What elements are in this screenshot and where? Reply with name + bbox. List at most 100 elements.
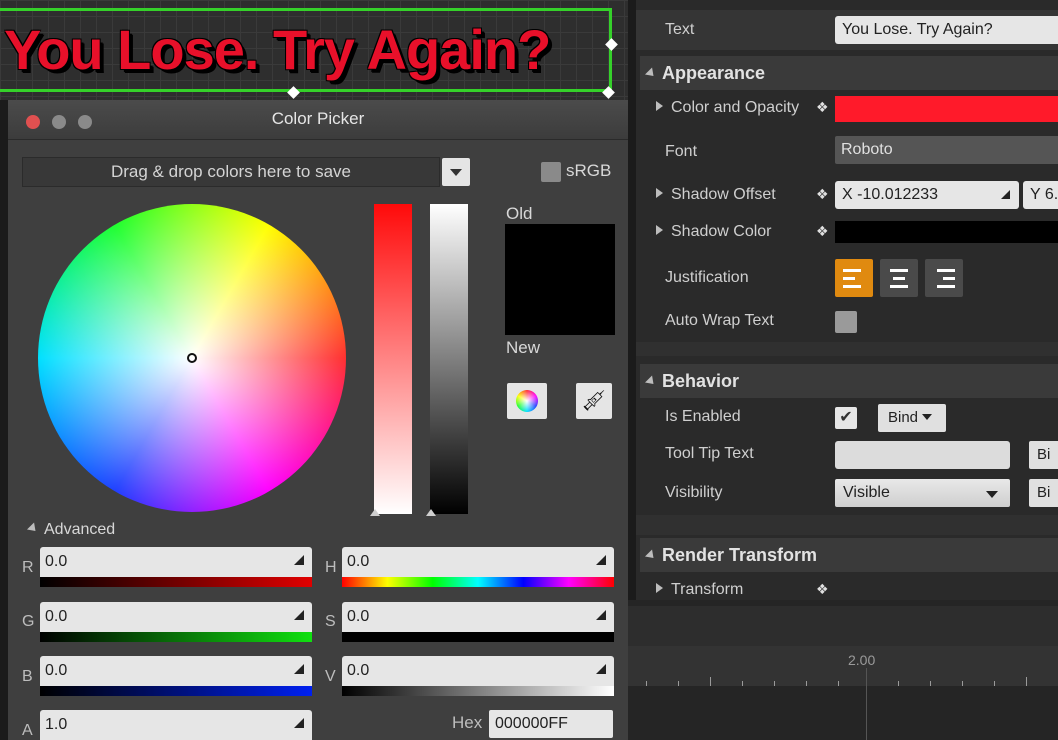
bind-label: Bind [888, 409, 919, 426]
value-channel-input[interactable]: 0.0 [342, 656, 614, 686]
hue-channel-label: H [325, 559, 337, 576]
is-enabled-label: Is Enabled [665, 408, 741, 425]
behavior-header-label: Behavior [662, 371, 740, 391]
section-spacer [636, 515, 1058, 535]
value-channel-label: V [325, 668, 336, 685]
hue-channel-bar[interactable] [342, 577, 614, 587]
shadow-color-swatch[interactable] [835, 221, 1058, 243]
transform-label[interactable]: Transform [656, 581, 743, 597]
green-channel-input[interactable]: 0.0 [40, 602, 312, 632]
ruler-tick [994, 681, 995, 686]
value-slider[interactable] [426, 204, 468, 516]
render-transform-header-label: Render Transform [662, 545, 818, 565]
ruler-tick [678, 681, 679, 686]
shadow-color-label[interactable]: Shadow Color [656, 223, 772, 241]
ruler-tick [710, 677, 711, 686]
justification-label: Justification [665, 269, 749, 286]
color-picker-title: Color Picker [271, 109, 365, 128]
visibility-dropdown[interactable]: Visible [835, 479, 1010, 507]
section-spacer [636, 342, 1058, 356]
selected-text-widget[interactable]: You Lose. Try Again? [0, 8, 612, 92]
auto-wrap-checkbox[interactable] [835, 311, 857, 333]
timeline-time-label: 2.00 [848, 652, 876, 668]
alpha-channel-input[interactable]: 1.0 [40, 710, 312, 740]
color-wheel-icon [516, 390, 538, 412]
appearance-category-header[interactable]: Appearance [640, 56, 1058, 90]
spin-arrow-icon [294, 664, 304, 674]
eyedropper-icon: 💉︎ [580, 388, 608, 413]
font-property-field[interactable]: Roboto [835, 136, 1058, 164]
shadow-offset-x-input[interactable]: X -10.012233 [835, 181, 1019, 209]
reset-to-default-icon[interactable]: ❖ [816, 186, 829, 203]
ruler-tick [646, 681, 647, 686]
collapse-arrow-icon [644, 549, 658, 562]
shadow-offset-y-input[interactable]: Y 6. [1023, 181, 1058, 209]
justify-left-button[interactable] [835, 259, 873, 297]
saturation-channel-value: 0.0 [347, 608, 370, 625]
saturation-slider-handle[interactable] [370, 509, 380, 516]
visibility-bind-button[interactable]: Bi [1029, 479, 1058, 507]
justify-center-button[interactable] [880, 259, 918, 297]
shadow-offset-x-value: X -10.012233 [842, 186, 939, 203]
eyedropper-button[interactable]: 💉︎ [576, 383, 612, 419]
srgb-checkbox[interactable] [541, 162, 561, 182]
advanced-section-toggle[interactable]: Advanced [26, 521, 116, 539]
color-picker-window: Color Picker Drag & drop colors here to … [8, 100, 628, 740]
ruler-tick [898, 681, 899, 686]
preview-text: You Lose. Try Again? [4, 18, 551, 81]
caret-down-icon [922, 414, 933, 420]
color-picker-titlebar[interactable]: Color Picker [8, 100, 628, 140]
green-channel-bar[interactable] [40, 632, 312, 642]
text-property-input[interactable]: You Lose. Try Again? [835, 16, 1058, 44]
saved-colors-dropdown-button[interactable] [442, 158, 470, 186]
saved-colors-dropzone[interactable]: Drag & drop colors here to save [22, 157, 440, 187]
saturation-slider[interactable] [370, 204, 412, 516]
align-center-icon-line [893, 277, 905, 280]
tool-tip-input[interactable] [835, 441, 1010, 469]
color-wheel-cursor[interactable] [187, 353, 197, 363]
align-left-icon-line [843, 277, 855, 280]
animation-timeline[interactable]: 2.00 [628, 600, 1058, 740]
blue-channel-bar[interactable] [40, 686, 312, 696]
color-wheel-mode-button[interactable] [507, 383, 547, 419]
text-property-label: Text [665, 21, 695, 38]
advanced-label: Advanced [44, 521, 116, 538]
saturation-channel-input[interactable]: 0.0 [342, 602, 614, 632]
is-enabled-checkbox[interactable]: ✔ [835, 407, 857, 429]
expand-arrow-icon [656, 188, 663, 198]
red-channel-input[interactable]: 0.0 [40, 547, 312, 577]
saturation-channel-bar[interactable] [342, 632, 614, 642]
srgb-label: sRGB [566, 161, 612, 180]
align-left-icon [843, 269, 861, 272]
designer-canvas[interactable]: You Lose. Try Again? [0, 0, 628, 100]
alpha-channel-value: 1.0 [45, 716, 68, 733]
reset-to-default-icon[interactable]: ❖ [816, 99, 829, 116]
blue-channel-value: 0.0 [45, 662, 68, 679]
timeline-ruler[interactable] [628, 646, 1058, 686]
value-slider-handle[interactable] [426, 509, 436, 516]
align-right-icon [937, 269, 955, 272]
visibility-value: Visible [843, 484, 890, 501]
align-center-icon-line [890, 285, 908, 288]
reset-to-default-icon[interactable]: ❖ [816, 581, 829, 597]
hex-label: Hex [452, 713, 483, 732]
blue-channel-input[interactable]: 0.0 [40, 656, 312, 686]
is-enabled-bind-button[interactable]: Bind [878, 404, 946, 432]
timeline-toolbar [628, 606, 1058, 646]
justify-right-button[interactable] [925, 259, 963, 297]
behavior-category-header[interactable]: Behavior [640, 364, 1058, 398]
ruler-tick [838, 681, 839, 686]
spin-arrow-icon [294, 555, 304, 565]
render-transform-category-header[interactable]: Render Transform [640, 538, 1058, 572]
color-opacity-swatch[interactable] [835, 96, 1058, 122]
old-new-color-swatch [505, 224, 615, 335]
red-channel-bar[interactable] [40, 577, 312, 587]
color-opacity-label[interactable]: Color and Opacity [656, 99, 799, 117]
color-opacity-text: Color and Opacity [671, 99, 800, 116]
value-channel-bar[interactable] [342, 686, 614, 696]
hex-input[interactable]: 000000FF [489, 710, 613, 738]
reset-to-default-icon[interactable]: ❖ [816, 223, 829, 240]
tool-tip-bind-button[interactable]: Bi [1029, 441, 1058, 469]
shadow-offset-label[interactable]: Shadow Offset [656, 186, 776, 204]
hue-channel-input[interactable]: 0.0 [342, 547, 614, 577]
